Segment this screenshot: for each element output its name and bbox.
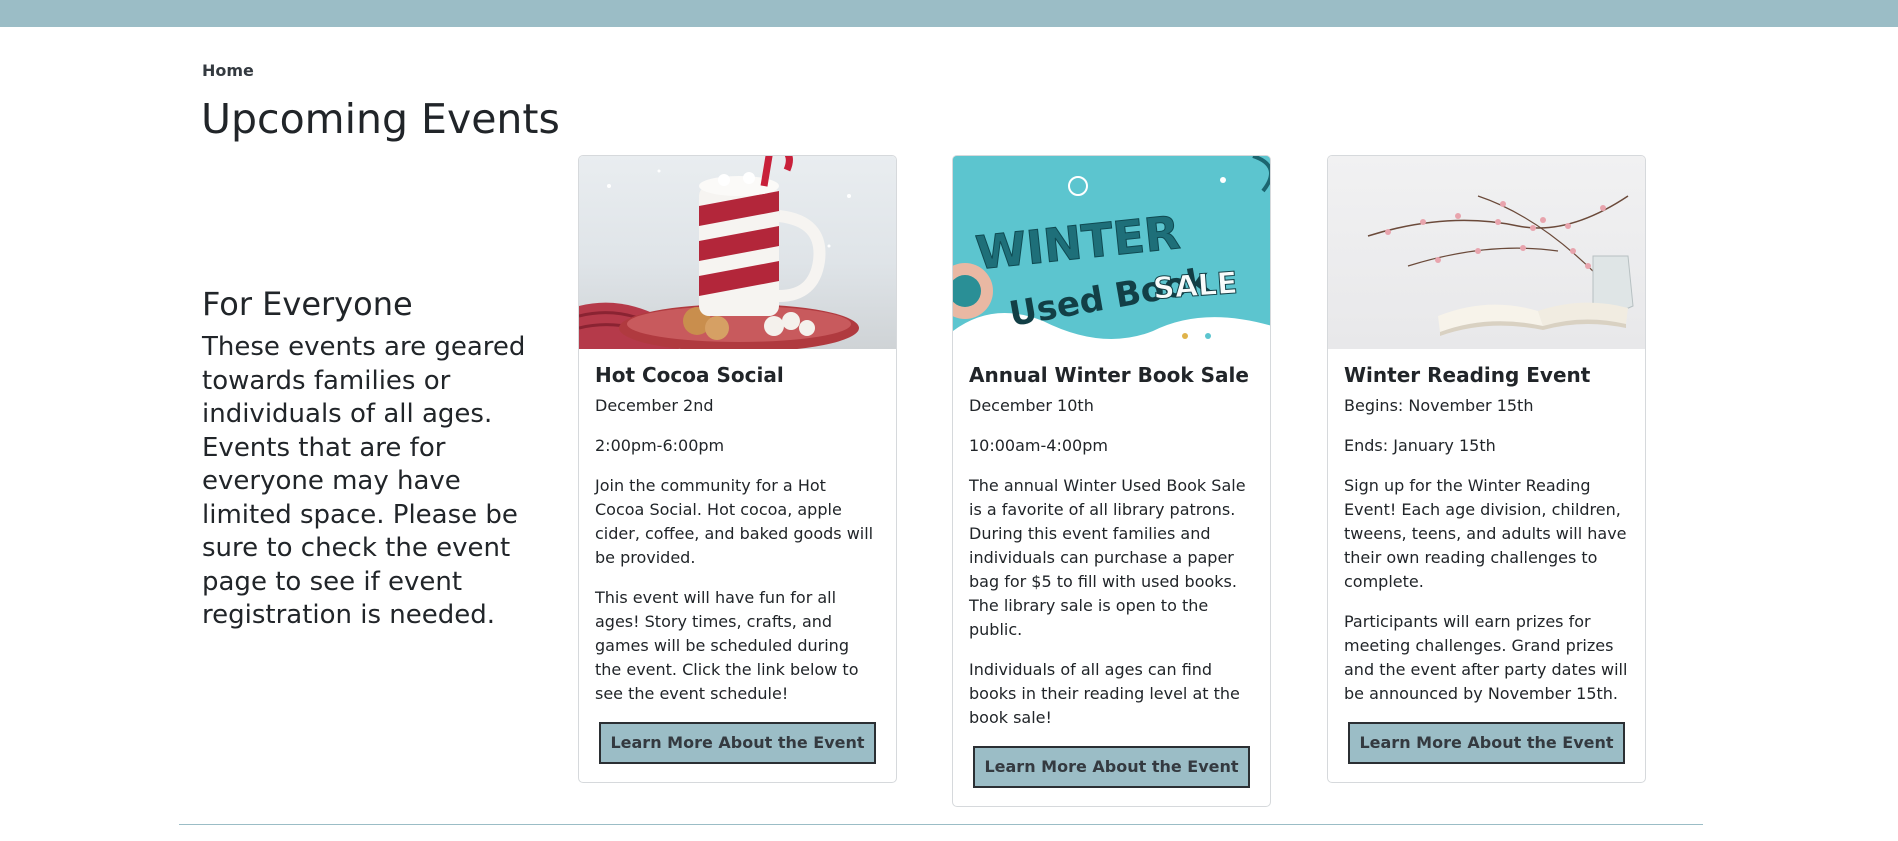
learn-more-button[interactable]: Learn More About the Event: [1348, 722, 1625, 764]
event-title: Winter Reading Event: [1344, 363, 1591, 387]
footer-divider: [179, 824, 1703, 825]
event-end-date: Ends: January 15th: [1344, 436, 1496, 455]
learn-more-button[interactable]: Learn More About the Event: [973, 746, 1250, 788]
hot-cocoa-mug-image: [579, 156, 896, 349]
intro-text: These events are geared towards families…: [202, 332, 526, 631]
event-description-extra: Participants will earn prizes for meetin…: [1344, 612, 1628, 703]
event-time: 2:00pm-6:00pm: [595, 436, 725, 455]
event-description-extra: Individuals of all ages can find books i…: [969, 660, 1240, 727]
event-description: The annual Winter Used Book Sale is a fa…: [969, 476, 1246, 639]
event-card-winter-reading: Winter Reading Event Begins: November 15…: [1327, 155, 1646, 783]
event-title: Annual Winter Book Sale: [969, 363, 1249, 387]
intro-section: For Everyone These events are geared tow…: [202, 285, 542, 633]
event-title: Hot Cocoa Social: [595, 363, 784, 387]
event-date: December 10th: [969, 396, 1094, 415]
event-description: Join the community for a Hot Cocoa Socia…: [595, 476, 874, 567]
event-start-date: Begins: November 15th: [1344, 396, 1534, 415]
book-and-blossom-branches-image: [1328, 156, 1645, 349]
learn-more-button[interactable]: Learn More About the Event: [599, 722, 876, 764]
event-date: December 2nd: [595, 396, 714, 415]
event-time: 10:00am-4:00pm: [969, 436, 1108, 455]
intro-heading: For Everyone: [202, 285, 413, 323]
winter-book-sale-banner: WINTER Used Book SALE: [953, 156, 1270, 349]
event-card-book-sale: WINTER Used Book SALE Annual Winter Book…: [952, 155, 1271, 807]
breadcrumb-home-link[interactable]: Home: [202, 61, 254, 80]
event-card-hot-cocoa: Hot Cocoa Social December 2nd 2:00pm-6:0…: [578, 155, 897, 783]
page-title: Upcoming Events: [201, 95, 560, 143]
banner-word-sale: SALE: [1152, 266, 1239, 307]
event-description: Sign up for the Winter Reading Event! Ea…: [1344, 476, 1627, 591]
event-description-extra: This event will have fun for all ages! S…: [595, 588, 859, 703]
top-nav-bar: [0, 0, 1898, 27]
